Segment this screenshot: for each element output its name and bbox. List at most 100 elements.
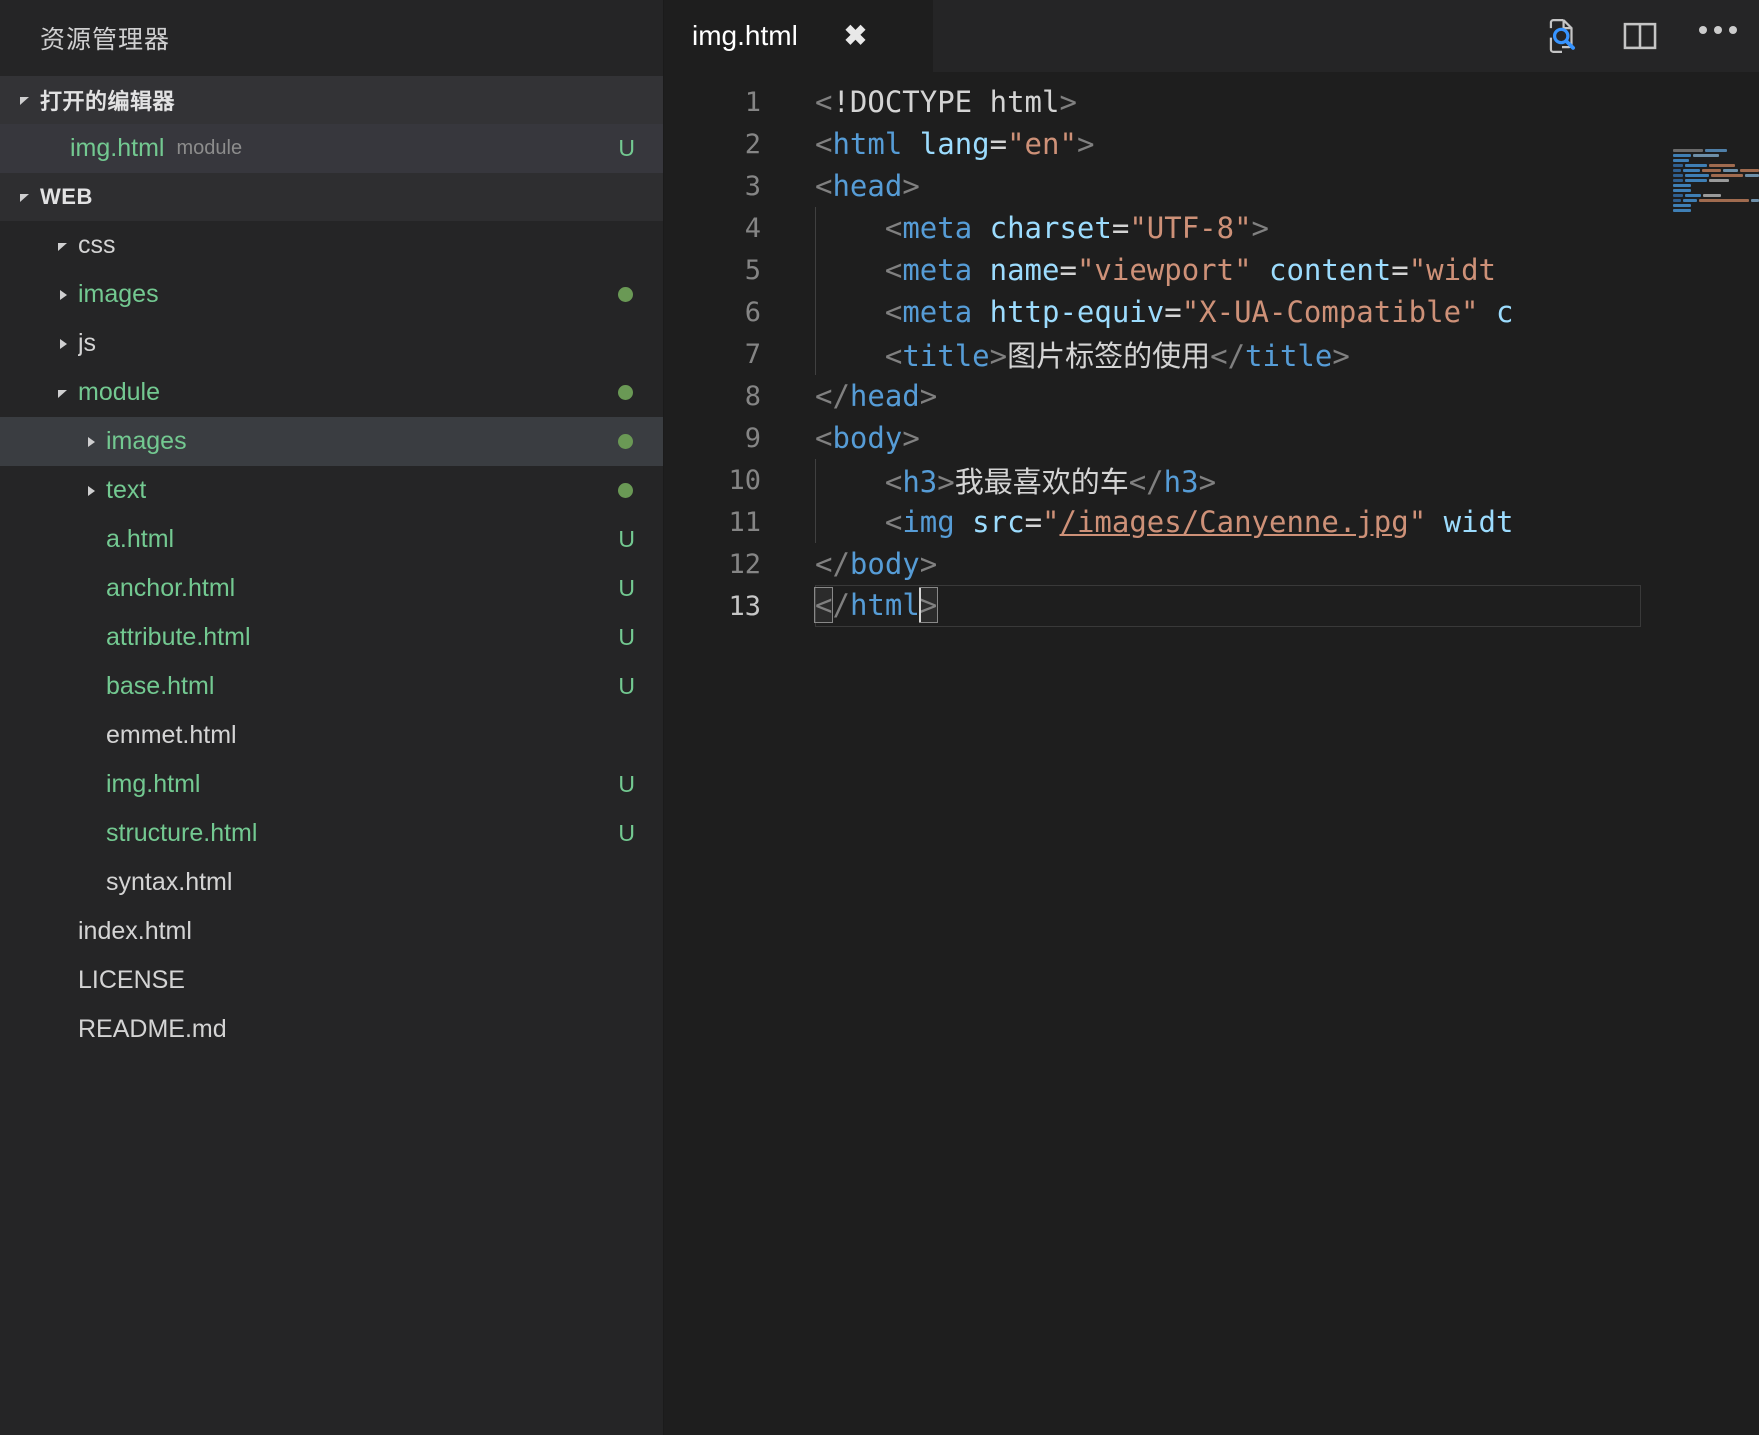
code-token: h3	[1163, 465, 1199, 499]
chevron-right-icon[interactable]	[76, 434, 106, 450]
line-number: 9	[744, 422, 761, 454]
tree-file-syntax-html[interactable]: syntax.html	[0, 858, 663, 907]
open-preview-icon[interactable]	[1543, 17, 1581, 55]
explorer-sidebar: 资源管理器 打开的编辑器 img.html module U WEB css imag…	[0, 0, 664, 1435]
tree-item-label: structure.html	[106, 819, 258, 847]
tree-folder-images[interactable]: images	[0, 270, 663, 319]
minimap-token	[1673, 184, 1691, 187]
tree-file-LICENSE[interactable]: LICENSE	[0, 956, 663, 1005]
code-line[interactable]: 11 <img src="/images/Canyenne.jpg" widt	[664, 501, 1759, 543]
line-number: 7	[744, 338, 761, 370]
code-line[interactable]: 9 <body>	[664, 417, 1759, 459]
code-token: =	[989, 127, 1008, 161]
section-open-editors[interactable]: 打开的编辑器	[0, 76, 663, 124]
tree-folder-module[interactable]: module	[0, 368, 663, 417]
code-line[interactable]: 3 <head>	[664, 165, 1759, 207]
tree-folder-css[interactable]: css	[0, 221, 663, 270]
tab-img-html[interactable]: img.html ✖	[664, 0, 934, 72]
line-number: 11	[728, 506, 761, 538]
minimap[interactable]	[1667, 144, 1759, 1435]
minimap-token	[1685, 164, 1707, 167]
close-icon[interactable]: ✖	[844, 22, 867, 50]
editor-actions	[1543, 0, 1759, 72]
code-editor[interactable]: 1 <!DOCTYPE html> 2 <html lang="en"> 3 <head>…	[664, 72, 1759, 1435]
tree-folder-js[interactable]: js	[0, 319, 663, 368]
minimap-token	[1723, 169, 1739, 172]
tree-file-attribute-html[interactable]: attribute.html U	[0, 613, 663, 662]
code-line[interactable]: 13 </html>	[664, 585, 1759, 627]
code-token: src	[972, 505, 1025, 539]
minimap-token	[1673, 199, 1682, 202]
code-line[interactable]: 5 <meta name="viewport" content="widt	[664, 249, 1759, 291]
code-line[interactable]: 7 <title>图片标签的使用</title>	[664, 333, 1759, 375]
code-text: <img src="/images/Canyenne.jpg" widt	[779, 505, 1514, 539]
git-status-badge: U	[618, 820, 635, 846]
line-number: 8	[744, 380, 761, 412]
tree-file-README-md[interactable]: README.md	[0, 1005, 663, 1054]
line-number: 13	[728, 590, 761, 622]
minimap-token	[1705, 149, 1727, 152]
minimap-token	[1673, 169, 1682, 172]
git-status-badge: U	[618, 771, 635, 797]
code-line[interactable]: 1 <!DOCTYPE html>	[664, 81, 1759, 123]
editor-tabbar: img.html ✖	[664, 0, 1759, 72]
chevron-right-icon[interactable]	[76, 483, 106, 499]
section-workspace[interactable]: WEB	[0, 173, 663, 221]
section-workspace-label: WEB	[40, 184, 93, 209]
tree-file-base-html[interactable]: base.html U	[0, 662, 663, 711]
code-line[interactable]: 6 <meta http-equiv="X-UA-Compatible" c	[664, 291, 1759, 333]
code-token: http-equiv	[989, 295, 1165, 329]
chevron-down-icon[interactable]	[48, 385, 78, 401]
line-number: 10	[728, 464, 761, 496]
code-token: body	[849, 547, 920, 581]
tree-folder-text[interactable]: text	[0, 466, 663, 515]
chevron-right-icon[interactable]	[48, 336, 78, 352]
minimap-token	[1673, 209, 1691, 212]
code-token: /	[832, 588, 850, 622]
code-token: <	[815, 421, 833, 455]
code-line[interactable]: 2 <html lang="en">	[664, 123, 1759, 165]
code-token: 图片标签的使用	[1007, 339, 1211, 373]
code-text: <head>	[779, 169, 920, 203]
more-actions-icon[interactable]	[1699, 26, 1737, 46]
chevron-down-icon[interactable]	[48, 238, 78, 254]
minimap-token	[1711, 174, 1743, 177]
text-cursor	[918, 588, 921, 622]
minimap-token	[1750, 199, 1759, 202]
minimap-token	[1673, 149, 1703, 152]
tree-folder-images[interactable]: images	[0, 417, 663, 466]
tree-file-structure-html[interactable]: structure.html U	[0, 809, 663, 858]
tree-item-label: README.md	[78, 1015, 227, 1043]
tree-file-img-html[interactable]: img.html U	[0, 760, 663, 809]
minimap-token	[1673, 179, 1683, 182]
code-token: =	[1164, 295, 1182, 329]
code-line[interactable]: 12 </body>	[664, 543, 1759, 585]
minimap-line	[1667, 208, 1759, 213]
minimap-token	[1673, 159, 1689, 162]
code-line[interactable]: 4 <meta charset="UTF-8">	[664, 207, 1759, 249]
tree-item-label: js	[78, 329, 97, 357]
code-line[interactable]: 10 <h3>我最喜欢的车</h3>	[664, 459, 1759, 501]
tree-file-a-html[interactable]: a.html U	[0, 515, 663, 564]
tree-file-emmet-html[interactable]: emmet.html	[0, 711, 663, 760]
code-token: <	[884, 339, 903, 373]
code-token: "	[1042, 505, 1060, 539]
tree-file-index-html[interactable]: index.html	[0, 907, 663, 956]
tree-file-anchor-html[interactable]: anchor.html U	[0, 564, 663, 613]
code-line[interactable]: 8 </head>	[664, 375, 1759, 417]
chevron-right-icon[interactable]	[48, 287, 78, 303]
code-token: <	[884, 253, 903, 287]
code-token: >	[902, 169, 920, 203]
tree-item-label: anchor.html	[106, 574, 236, 602]
open-editor-item[interactable]: img.html module U	[0, 124, 663, 173]
code-token: title	[1245, 339, 1333, 373]
minimap-token	[1673, 174, 1683, 177]
split-editor-icon[interactable]	[1621, 17, 1659, 55]
